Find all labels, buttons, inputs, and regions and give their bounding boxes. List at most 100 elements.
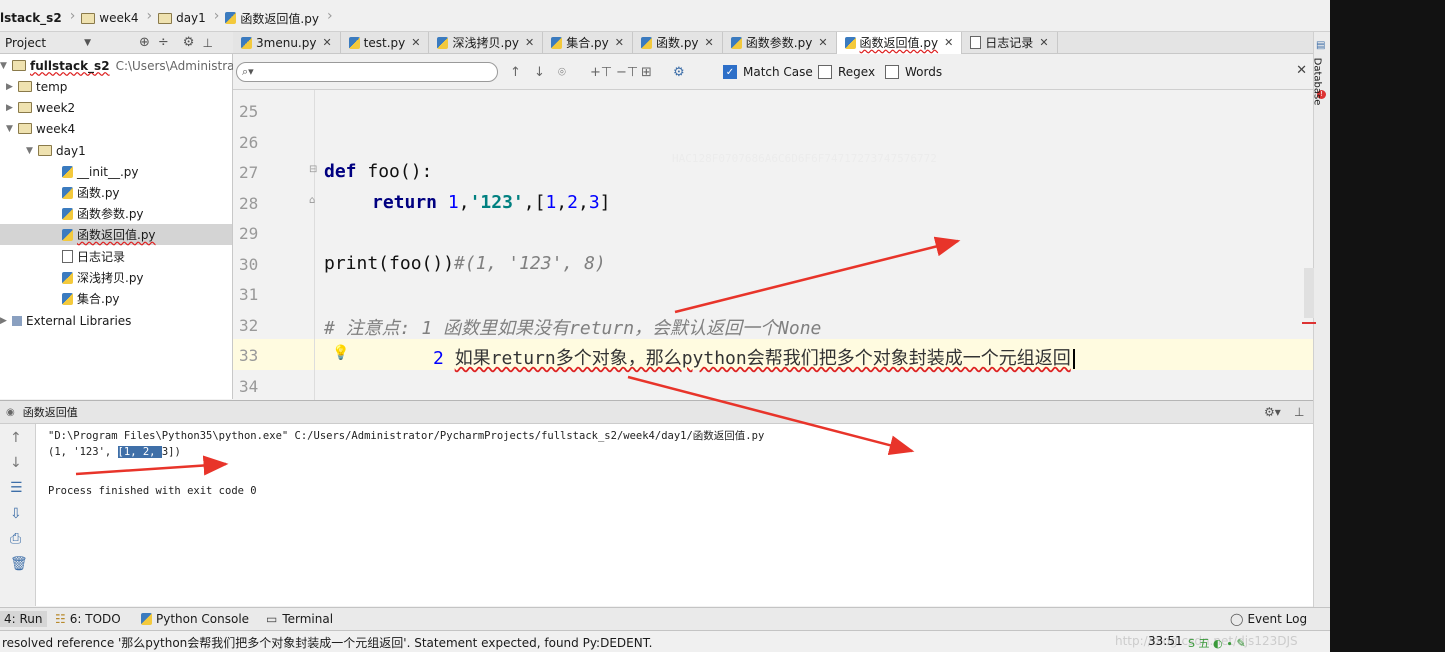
code-line-33[interactable]: 2 如果return多个对象，那么python会帮我们把多个对象封装成一个元组返… xyxy=(433,344,1075,370)
tree-item-external-libraries[interactable]: ▶ External Libraries xyxy=(0,310,131,331)
run-console[interactable]: "D:\Program Files\Python35\python.exe" C… xyxy=(36,424,1313,606)
print-icon[interactable]: ⎙ xyxy=(10,531,21,547)
breadcrumb-separator: › xyxy=(213,7,220,24)
previous-occurrence-icon[interactable]: ↑ xyxy=(510,65,521,80)
collapse-icon[interactable]: ÷ xyxy=(158,35,169,50)
event-log-button[interactable]: ◯ Event Log xyxy=(1230,612,1307,626)
chevron-down-icon[interactable]: ▼ xyxy=(84,38,91,48)
tree-item-week2[interactable]: ▶ week2 xyxy=(6,97,75,118)
search-icon[interactable]: ⌕▾ xyxy=(242,65,254,79)
tree-item-set[interactable]: 集合.py xyxy=(62,288,120,309)
project-view-selector[interactable]: Project xyxy=(5,36,46,50)
line-number: 34 xyxy=(239,377,259,396)
collapsed-arrow-icon[interactable]: ▶ xyxy=(6,103,18,113)
tab-set[interactable]: 集合.py ✕ xyxy=(543,31,633,54)
database-side-tab[interactable]: ▤ Database xyxy=(1311,40,1330,110)
close-icon[interactable]: ✕ xyxy=(818,36,827,49)
tab-test[interactable]: test.py ✕ xyxy=(341,31,430,54)
trash-icon[interactable]: 🗑 xyxy=(10,556,28,572)
remove-occurrence-icon[interactable]: −⊤ xyxy=(616,65,638,80)
breadcrumb-file[interactable]: 函数返回值.py xyxy=(221,7,325,29)
ime-indicator-icon[interactable]: S 五 ◐ ∙ ✎ xyxy=(1188,635,1246,651)
python-file-icon xyxy=(62,186,73,199)
close-icon[interactable]: ✕ xyxy=(525,36,534,49)
event-log-icon: ◯ xyxy=(1230,612,1244,626)
project-panel-header: Project ▼ ⊕ ÷ ⚙ ⊥ xyxy=(0,32,233,54)
collapsed-arrow-icon[interactable]: ▶ xyxy=(6,82,18,92)
close-icon[interactable]: ✕ xyxy=(944,36,953,49)
regex-checkbox[interactable]: Regex xyxy=(818,65,875,79)
match-case-checkbox[interactable]: ✓ Match Case xyxy=(723,65,813,79)
code-line-27[interactable]: def foo(): xyxy=(324,161,432,182)
close-icon[interactable]: ✕ xyxy=(411,36,420,49)
select-all-occurrences-icon[interactable]: ⊞ xyxy=(641,65,652,80)
library-icon xyxy=(12,315,22,326)
tree-item-deep-copy[interactable]: 深浅拷贝.py xyxy=(62,267,144,288)
collapsed-arrow-icon[interactable]: ▶ xyxy=(0,316,12,326)
find-all-icon[interactable]: ⌾ xyxy=(558,65,566,80)
run-tool-button[interactable]: 4: Run xyxy=(0,611,47,627)
text-cursor xyxy=(1072,349,1075,369)
find-bar: ⌕▾ ↑ ↓ ⌾ +⊤ −⊤ ⊞ ⚙ ✓ Match Case Regex Wo… xyxy=(233,54,1313,90)
tab-log[interactable]: 日志记录 ✕ xyxy=(962,31,1058,54)
text-file-icon xyxy=(970,36,982,49)
tree-item-day1[interactable]: ▼ day1 xyxy=(26,140,86,161)
code-line-32[interactable]: # 注意点: 1 函数里如果没有return，会默认返回一个None xyxy=(324,314,821,340)
error-marker[interactable] xyxy=(1302,322,1316,324)
editor-scrollbar[interactable]: ! xyxy=(1302,32,1330,607)
tree-root[interactable]: ▼ fullstack_s2 C:\Users\Administrator xyxy=(0,55,251,76)
expand-arrow-icon[interactable]: ▼ xyxy=(0,61,12,71)
tab-function-return[interactable]: 函数返回值.py ✕ xyxy=(836,31,963,54)
sync-icon[interactable]: ⊕ xyxy=(139,35,150,50)
words-checkbox[interactable]: Words xyxy=(885,65,942,79)
tree-item-init[interactable]: __init__.py xyxy=(62,161,139,182)
tab-deep-copy[interactable]: 深浅拷贝.py ✕ xyxy=(429,31,544,54)
todo-tool-button[interactable]: ☷ 6: TODO xyxy=(55,612,121,626)
run-icon: ◉ xyxy=(6,406,15,418)
breadcrumb-project[interactable]: lstack_s2 xyxy=(0,7,68,29)
scroll-to-end-icon[interactable]: ⇩ xyxy=(10,506,22,522)
tree-item-week4[interactable]: ▼ week4 xyxy=(6,118,75,139)
breadcrumb-week4[interactable]: week4 xyxy=(77,7,144,29)
cursor-position[interactable]: 33:51 xyxy=(1148,634,1183,648)
code-editor[interactable]: HAC128F0707686A6C6D6F6F74717273747576772… xyxy=(315,90,1313,400)
hide-panel-icon[interactable]: ⊥ xyxy=(1294,405,1304,419)
close-icon[interactable]: ✕ xyxy=(615,36,624,49)
scroll-thumb[interactable] xyxy=(1304,268,1314,318)
tree-item-temp[interactable]: ▶ temp xyxy=(6,76,67,97)
expand-arrow-icon[interactable]: ▼ xyxy=(26,146,38,156)
tree-item-function[interactable]: 函数.py xyxy=(62,182,120,203)
gear-icon[interactable]: ⚙▾ xyxy=(1264,405,1281,419)
breadcrumb-separator: › xyxy=(146,7,153,24)
tree-item-log[interactable]: 日志记录 xyxy=(62,246,125,267)
tab-3menu[interactable]: 3menu.py ✕ xyxy=(233,31,341,54)
tree-item-function-return[interactable]: 函数返回值.py xyxy=(0,224,232,245)
python-file-icon xyxy=(437,36,449,49)
close-icon[interactable]: ✕ xyxy=(705,36,714,49)
terminal-button[interactable]: ▭ Terminal xyxy=(266,612,333,626)
soft-wrap-icon[interactable]: ☰ xyxy=(10,480,23,496)
tab-function-params[interactable]: 函数参数.py ✕ xyxy=(723,31,837,54)
breadcrumb: lstack_s2 › week4 › day1 › 函数返回值.py › xyxy=(0,0,1330,32)
code-line-30[interactable]: print(foo())#(1, '123', 8) xyxy=(324,253,606,274)
hide-panel-icon[interactable]: ⊥ xyxy=(202,36,212,50)
status-bar: resolved reference '那么python会帮我们把多个对象封装成… xyxy=(0,630,1330,652)
add-occurrence-icon[interactable]: +⊤ xyxy=(590,65,612,80)
python-console-button[interactable]: Python Console xyxy=(141,612,249,626)
expand-arrow-icon[interactable]: ▼ xyxy=(6,124,18,134)
tab-function[interactable]: 函数.py ✕ xyxy=(633,31,723,54)
python-file-icon xyxy=(62,271,73,284)
gear-icon[interactable]: ⚙ xyxy=(183,35,195,50)
up-arrow-icon[interactable]: ↑ xyxy=(10,430,22,446)
tree-item-function-params[interactable]: 函数参数.py xyxy=(62,203,144,224)
close-icon[interactable]: ✕ xyxy=(1039,36,1048,49)
down-arrow-icon[interactable]: ↓ xyxy=(10,455,22,471)
code-line-28[interactable]: return 1,'123',[1,2,3] xyxy=(372,192,611,213)
close-icon[interactable]: ✕ xyxy=(322,36,331,49)
folder-icon xyxy=(81,12,96,24)
close-icon[interactable]: ✕ xyxy=(1296,63,1307,78)
next-occurrence-icon[interactable]: ↓ xyxy=(534,65,545,80)
breadcrumb-day1[interactable]: day1 xyxy=(154,7,212,29)
gear-icon[interactable]: ⚙ xyxy=(673,65,685,80)
search-input[interactable] xyxy=(236,62,498,82)
